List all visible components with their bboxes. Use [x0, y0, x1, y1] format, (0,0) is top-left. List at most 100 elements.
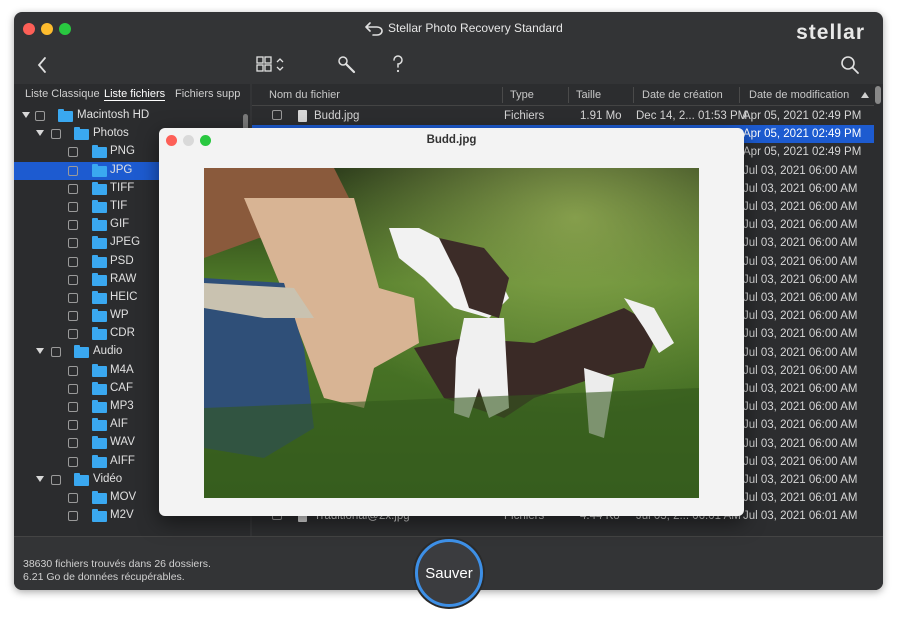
select-checkbox[interactable] [68, 147, 78, 158]
file-row[interactable]: Budd.jpg Fichiers 1.91 Mo Dec 14, 2... 01:5… [252, 107, 874, 125]
folder-icon [92, 236, 107, 250]
select-checkbox[interactable] [68, 256, 78, 267]
folder-icon [92, 163, 107, 177]
file-modified: Jul 03, 2021 06:00 AM [743, 383, 858, 395]
file-modified: Jul 03, 2021 06:00 AM [743, 292, 858, 304]
tree-item-label: CDR [110, 327, 135, 340]
tab-liste-fichiers[interactable]: Liste fichiers [104, 88, 166, 101]
select-checkbox[interactable] [68, 201, 78, 212]
help-icon[interactable] [391, 54, 405, 74]
select-checkbox[interactable] [68, 456, 78, 467]
select-checkbox[interactable] [68, 311, 78, 322]
tab-fichiers-supprimes[interactable]: Fichiers supp [175, 88, 240, 100]
folder-icon [92, 218, 107, 232]
disclosure-triangle-icon[interactable] [36, 348, 44, 355]
select-checkbox[interactable] [68, 274, 78, 285]
select-checkbox[interactable] [51, 347, 61, 358]
disclosure-triangle-icon[interactable] [36, 130, 44, 137]
select-checkbox[interactable] [68, 492, 78, 503]
select-checkbox[interactable] [68, 511, 78, 522]
select-checkbox[interactable] [35, 111, 45, 121]
folder-icon [92, 418, 107, 432]
tree-item-label: RAW [110, 272, 137, 285]
file-modified: Jul 03, 2021 06:00 AM [743, 437, 858, 450]
tree-item-label: PSD [110, 254, 134, 267]
folder-icon [92, 436, 107, 450]
tree-item-label: TIFF [110, 181, 135, 194]
tab-liste-classique[interactable]: Liste Classique [25, 88, 100, 100]
back-chevron-icon[interactable] [36, 56, 48, 74]
column-name-header[interactable]: Nom du fichier [269, 89, 340, 101]
tree-item[interactable]: Macintosh HD [14, 107, 250, 125]
file-modified: Jul 03, 2021 06:00 AM [743, 310, 858, 323]
column-type-header[interactable]: Type [510, 89, 534, 101]
file-modified: Jul 03, 2021 06:01 AM [743, 492, 858, 505]
app-window: Stellar Photo Recovery Standard stellar [14, 12, 883, 590]
file-checkbox[interactable] [272, 110, 282, 120]
file-modified: Apr 05, 2021 02:49 PM [743, 110, 862, 122]
select-checkbox[interactable] [68, 165, 78, 176]
folder-icon [92, 509, 107, 523]
tree-item-label: Vidéo [93, 472, 123, 485]
wrench-icon[interactable] [337, 55, 357, 75]
file-list-scrollbar[interactable] [875, 86, 881, 104]
tree-item-label: WP [110, 309, 129, 322]
title-bar: Stellar Photo Recovery Standard stellar [14, 12, 883, 46]
file-modified: Jul 03, 2021 06:00 AM [743, 164, 858, 177]
select-checkbox[interactable] [68, 438, 78, 449]
file-list-header: Nom du fichier Type Taille Date de créat… [252, 84, 874, 106]
select-checkbox[interactable] [68, 292, 78, 303]
zoom-window-button[interactable] [59, 23, 71, 35]
save-button[interactable]: Sauver [415, 539, 483, 607]
select-checkbox[interactable] [68, 365, 78, 376]
tree-item-label: MP3 [110, 400, 134, 412]
preview-title: Budd.jpg [426, 134, 477, 146]
select-checkbox[interactable] [51, 474, 61, 485]
column-created-header[interactable]: Date de création [642, 89, 723, 101]
view-grid-icon[interactable] [256, 55, 288, 75]
tree-item-label: HEIC [110, 290, 138, 303]
select-checkbox[interactable] [51, 129, 61, 140]
close-window-button[interactable] [23, 23, 35, 35]
folder-icon [92, 181, 107, 195]
column-modified-header[interactable]: Date de modification [749, 89, 849, 101]
file-modified: Jul 03, 2021 06:00 AM [743, 237, 858, 250]
select-checkbox[interactable] [68, 420, 78, 431]
search-icon[interactable] [840, 55, 860, 75]
recoverable-data-status: 6.21 Go de données récupérables. [23, 571, 185, 583]
folder-icon [92, 309, 107, 323]
disclosure-triangle-icon[interactable] [36, 475, 44, 482]
select-checkbox[interactable] [68, 329, 78, 340]
folder-icon [92, 327, 107, 341]
select-checkbox[interactable] [68, 383, 78, 394]
toolbar [14, 46, 883, 84]
folder-icon [92, 400, 107, 413]
undo-icon[interactable] [365, 20, 383, 36]
folder-icon [92, 145, 107, 159]
tree-item-label: AIF [110, 418, 128, 431]
tree-item-label: Macintosh HD [77, 109, 150, 121]
file-modified: Jul 03, 2021 06:00 AM [743, 364, 858, 377]
select-checkbox[interactable] [68, 402, 78, 412]
file-modified: Jul 03, 2021 06:00 AM [743, 219, 858, 232]
dog-photo-image [204, 168, 699, 498]
file-created: Dec 14, 2... 01:53 PM [636, 110, 748, 122]
select-checkbox[interactable] [68, 220, 78, 231]
file-modified: Jul 03, 2021 06:00 AM [743, 182, 858, 195]
minimize-window-button[interactable] [41, 23, 53, 35]
folder-icon [92, 254, 107, 268]
select-checkbox[interactable] [68, 238, 78, 249]
file-size: 1.91 Mo [580, 110, 622, 122]
preview-window: Budd.jpg [159, 128, 744, 516]
tree-item-label: M4A [110, 363, 134, 376]
select-checkbox[interactable] [68, 183, 78, 194]
folder-icon [92, 199, 107, 213]
column-size-header[interactable]: Taille [576, 89, 601, 101]
disclosure-triangle-icon[interactable] [22, 112, 30, 118]
sort-ascending-icon[interactable] [861, 92, 869, 98]
tree-item-label: JPEG [110, 236, 141, 249]
file-modified: Jul 03, 2021 06:00 AM [743, 255, 858, 268]
window-title: Stellar Photo Recovery Standard [388, 21, 563, 35]
file-modified: Jul 03, 2021 06:00 AM [743, 273, 858, 286]
folder-icon [92, 363, 107, 377]
